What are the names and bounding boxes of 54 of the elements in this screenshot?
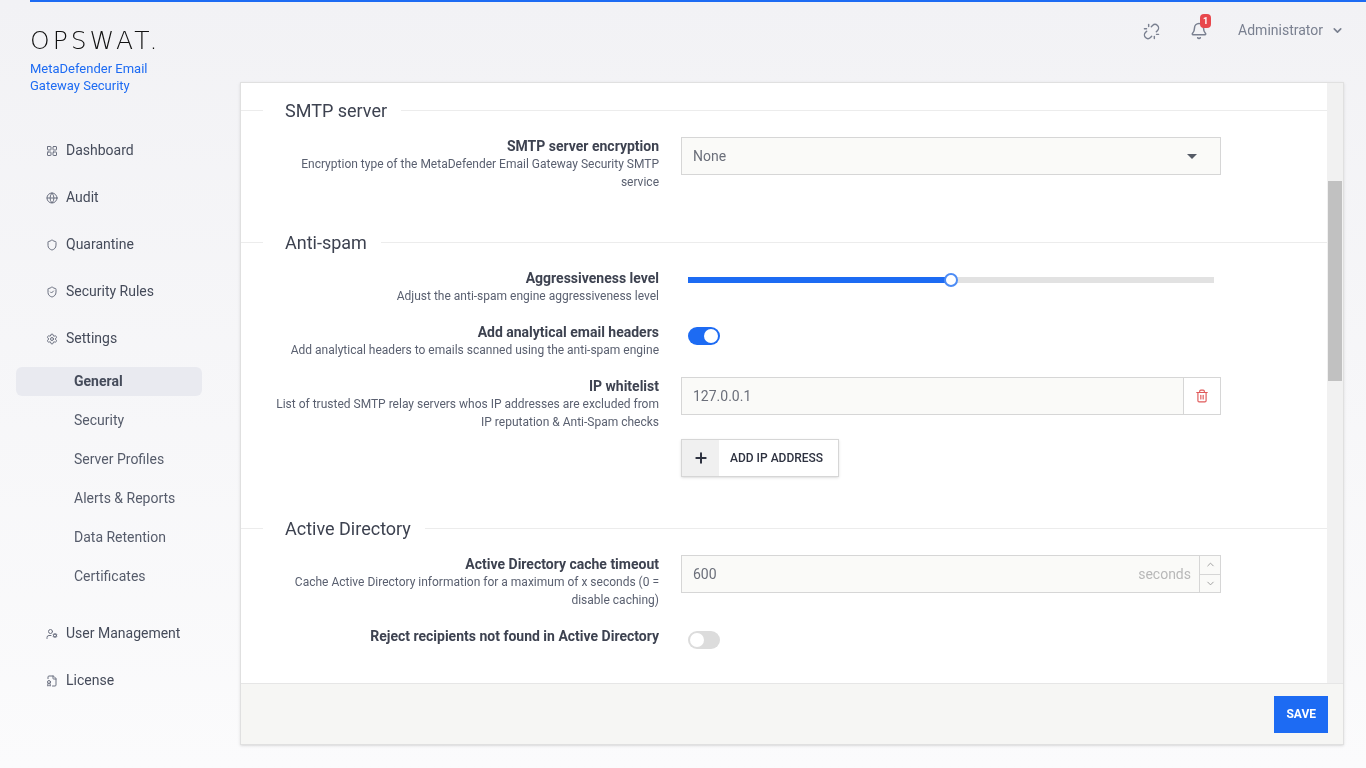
scrollbar[interactable] bbox=[1327, 83, 1343, 683]
sidebar-item[interactable]: License bbox=[0, 657, 240, 704]
unlink-icon[interactable] bbox=[1143, 23, 1161, 40]
setting-description: Add analytical headers to emails scanned using the anti-spam engine bbox=[289, 342, 659, 359]
toggle-switch[interactable] bbox=[688, 631, 720, 649]
setting-description: Adjust the anti-spam engine aggressiveness level bbox=[395, 288, 659, 305]
select-field[interactable]: None bbox=[681, 137, 1221, 175]
sidebar-item[interactable]: Audit bbox=[0, 174, 240, 221]
save-button[interactable]: SAVE bbox=[1274, 695, 1328, 733]
ip-address-field[interactable]: 127.0.0.1 bbox=[681, 377, 1184, 415]
caret-icon bbox=[1187, 153, 1197, 159]
brand-logo: OPSWAT. bbox=[30, 28, 162, 53]
section-title: Active Directory bbox=[284, 516, 411, 541]
toggle-switch[interactable] bbox=[688, 327, 720, 345]
sidebar-subitem[interactable]: Data Retention bbox=[16, 523, 202, 552]
section-title: SMTP server bbox=[284, 98, 388, 123]
field-value: 600 bbox=[692, 564, 718, 584]
setting-label: IP whitelist bbox=[587, 377, 659, 395]
setting-label: SMTP server encryption bbox=[505, 137, 659, 155]
setting-label: Active Directory cache timeout bbox=[464, 555, 659, 573]
sidebar-subitem[interactable]: Security bbox=[16, 406, 202, 435]
sidebar-item[interactable]: Security Rules bbox=[0, 268, 240, 315]
grid-icon bbox=[46, 144, 58, 157]
setting-description: List of trusted SMTP relay servers whos IP addresses are excluded from IP reputation & Anti-Spam checks bbox=[275, 396, 659, 431]
shield-check-icon bbox=[46, 285, 58, 298]
document-icon bbox=[46, 674, 58, 687]
shield-icon bbox=[46, 238, 58, 251]
setting-label: Aggressiveness level bbox=[524, 269, 659, 287]
setting-description: Cache Active Directory information for a maximum of x seconds (0 = disable caching) bbox=[293, 574, 659, 609]
sidebar-subitem[interactable]: Server Profiles bbox=[16, 445, 202, 474]
product-name: MetaDefender Email Gateway Security bbox=[30, 60, 149, 94]
sidebar-subitem[interactable]: General bbox=[16, 367, 202, 396]
sidebar-subitem[interactable]: Alerts & Reports bbox=[16, 484, 202, 513]
delete-button[interactable] bbox=[1184, 377, 1221, 415]
sidebar-item[interactable]: Quarantine bbox=[0, 221, 240, 268]
unit-label: seconds bbox=[1138, 564, 1191, 584]
plus-icon bbox=[692, 450, 709, 466]
setting-description: Encryption type of the MetaDefender Email Gateway Security SMTP service bbox=[300, 156, 659, 191]
notification-badge: 1 bbox=[1200, 14, 1212, 28]
sidebar-item[interactable]: Dashboard bbox=[0, 127, 240, 174]
globe-icon bbox=[46, 191, 58, 204]
user-menu[interactable]: Administrator bbox=[1238, 20, 1344, 41]
settings-icon bbox=[46, 332, 58, 345]
setting-label: Add analytical email headers bbox=[476, 323, 659, 341]
user-icon bbox=[46, 627, 58, 640]
trash-icon bbox=[1195, 389, 1209, 403]
section-title: Anti-spam bbox=[284, 230, 367, 255]
add-ip-address-button[interactable]: ADD IP ADDRESS bbox=[681, 439, 839, 477]
notification-icon[interactable] bbox=[1190, 22, 1209, 40]
sidebar-item[interactable]: Settings bbox=[0, 315, 240, 362]
sidebar-subitem[interactable]: Certificates bbox=[16, 562, 202, 591]
setting-label: Reject recipients not found in Active Directory bbox=[369, 627, 659, 645]
sidebar-item[interactable]: User Management bbox=[0, 610, 240, 657]
slider-handle[interactable] bbox=[944, 273, 958, 287]
